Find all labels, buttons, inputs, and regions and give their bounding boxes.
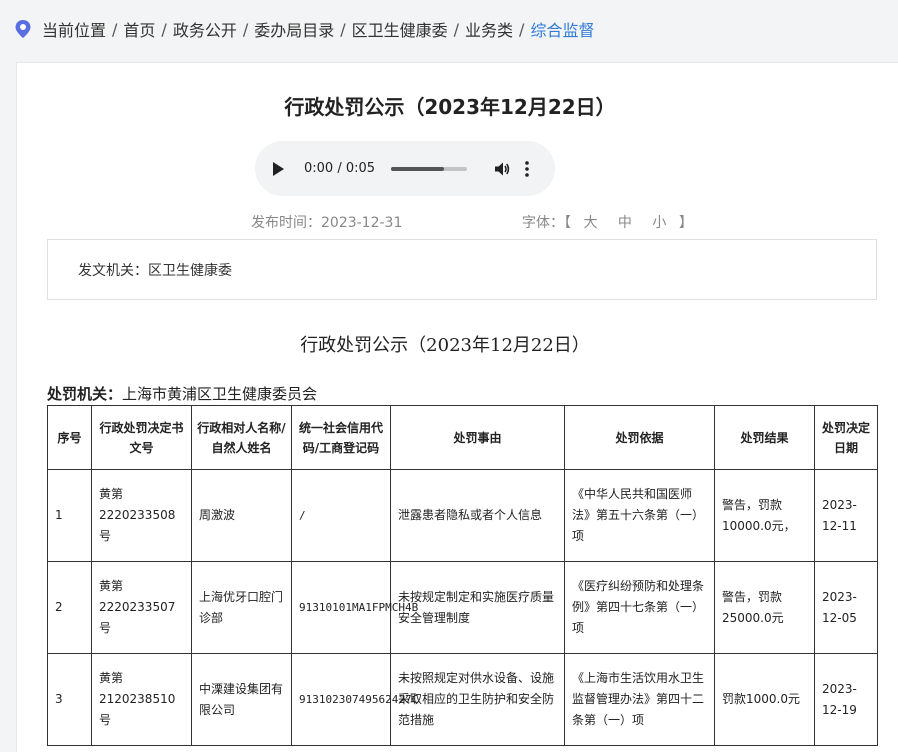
row-index: 1 xyxy=(47,469,92,562)
breadcrumb-link-business[interactable]: 业务类 xyxy=(465,17,513,41)
audio-time: 0:00 / 0:05 xyxy=(304,161,376,176)
row-index: 3 xyxy=(47,653,92,746)
row-reason: 未按照规定对供水设备、设施采取相应的卫生防护和安全防范措施 xyxy=(390,653,565,746)
row-reason: 泄露患者隐私或者个人信息 xyxy=(390,469,565,562)
row-basis: 《中华人民共和国医师法》第五十六条第（一）项 xyxy=(564,469,715,562)
breadcrumb-separator: / xyxy=(112,19,118,39)
article-card: 行政处罚公示（2023年12月22日） 0:00 / 0:05 发布时间：202… xyxy=(16,62,898,752)
row-result: 警告，罚款25000.0元 xyxy=(714,561,815,654)
font-size-medium-button[interactable]: 中 xyxy=(618,215,632,231)
header-decision-date: 处罚决定日期 xyxy=(814,405,878,470)
breadcrumb-link-health-commission[interactable]: 区卫生健康委 xyxy=(352,17,448,41)
penalty-authority-label: 处罚机关： xyxy=(47,385,123,403)
row-decision-date: 2023-12-19 xyxy=(814,653,878,746)
more-options-icon[interactable] xyxy=(525,160,529,177)
header-basis: 处罚依据 xyxy=(564,405,715,470)
breadcrumb-link-home[interactable]: 首页 xyxy=(123,17,155,41)
issuing-authority: 发文机关：区卫生健康委 xyxy=(78,262,232,279)
row-credit-code: 91310230749562427C xyxy=(291,653,418,746)
play-icon[interactable] xyxy=(273,161,284,176)
header-result: 处罚结果 xyxy=(714,405,815,470)
font-size-large-button[interactable]: 大 xyxy=(583,215,597,231)
breadcrumb-label: 当前位置 xyxy=(42,21,107,40)
row-basis: 《上海市生活饮用水卫生监督管理办法》第四十二条第（一）项 xyxy=(564,653,715,746)
header-index: 序号 xyxy=(47,405,92,470)
font-size-switcher: 字体：【 大 中 小 】 xyxy=(522,212,693,232)
breadcrumb-current[interactable]: 综合监督 xyxy=(530,17,594,41)
font-size-label: 字体：【 xyxy=(522,215,571,231)
breadcrumb-separator: / xyxy=(519,19,525,39)
table-header-row: 序号 行政处罚决定书文号 行政相对人名称/自然人姓名 统一社会信用代码/工商登记… xyxy=(47,405,878,470)
penalty-authority: 处罚机关：上海市黄浦区卫生健康委员会 xyxy=(47,383,317,404)
audio-progress-bar[interactable] xyxy=(391,166,468,171)
row-party-name: 周激波 xyxy=(191,469,292,562)
row-index: 2 xyxy=(47,561,92,654)
penalty-authority-value: 上海市黄浦区卫生健康委员会 xyxy=(122,385,318,403)
breadcrumb-separator: / xyxy=(453,19,460,39)
header-party-name: 行政相对人名称/自然人姓名 xyxy=(191,405,292,470)
breadcrumb-separator: / xyxy=(242,19,249,39)
row-reason: 未按规定制定和实施医疗质量安全管理制度 xyxy=(390,561,565,654)
row-basis: 《医疗纠纷预防和处理条例》第四十七条第（一）项 xyxy=(564,561,715,654)
row-result: 罚款1000.0元 xyxy=(714,653,815,746)
header-credit-code: 统一社会信用代码/工商登记码 xyxy=(291,405,391,470)
row-party-name: 上海优牙口腔门诊部 xyxy=(191,561,292,654)
row-decision-number: 黄第2220233508号 xyxy=(91,469,192,562)
table-row: 3 黄第2120238510号 中溧建设集团有限公司 9131023074956… xyxy=(47,653,878,746)
row-credit-code: / xyxy=(291,469,391,562)
publish-time: 发布时间：2023-12-31 xyxy=(251,215,403,231)
breadcrumb-separator: / xyxy=(340,19,346,39)
breadcrumb-separator: / xyxy=(161,19,167,39)
volume-icon[interactable] xyxy=(493,160,511,178)
row-party-name: 中溧建设集团有限公司 xyxy=(191,653,292,746)
article-title: 行政处罚公示（2023年12月22日） xyxy=(284,95,616,119)
table-row: 2 黄第2220233507号 上海优牙口腔门诊部 91310101MA1FPM… xyxy=(47,561,878,654)
breadcrumb: 当前位置 / 首页 / 政务公开 / 委办局目录 / 区卫生健康委 / 业务类 … xyxy=(14,16,594,42)
row-decision-number: 黄第2120238510号 xyxy=(91,653,192,746)
breadcrumb-link-public-affairs[interactable]: 政务公开 xyxy=(173,17,237,41)
penalty-table: 序号 行政处罚决定书文号 行政相对人名称/自然人姓名 统一社会信用代码/工商登记… xyxy=(47,405,878,746)
row-decision-date: 2023-12-11 xyxy=(814,469,878,562)
row-decision-date: 2023-12-05 xyxy=(814,561,878,654)
row-credit-code: 91310101MA1FPMCH4B xyxy=(291,561,418,654)
header-reason: 处罚事由 xyxy=(390,405,565,470)
audio-player[interactable]: 0:00 / 0:05 xyxy=(255,141,555,196)
row-result: 警告，罚款10000.0元， xyxy=(714,469,815,562)
audio-progress-fill xyxy=(391,166,445,171)
table-row: 1 黄第2220233508号 周激波 / 泄露患者隐私或者个人信息 《中华人民… xyxy=(47,469,878,562)
font-size-bracket: 】 xyxy=(678,215,693,231)
header-decision-number: 行政处罚决定书文号 xyxy=(91,405,192,470)
location-pin-icon xyxy=(15,20,31,38)
issuing-authority-box: 发文机关：区卫生健康委 xyxy=(47,239,877,300)
breadcrumb-link-bureau-directory[interactable]: 委办局目录 xyxy=(254,17,334,41)
font-size-small-button[interactable]: 小 xyxy=(652,215,666,231)
content-title: 行政处罚公示（2023年12月22日） xyxy=(300,335,590,356)
row-decision-number: 黄第2220233507号 xyxy=(91,561,192,654)
